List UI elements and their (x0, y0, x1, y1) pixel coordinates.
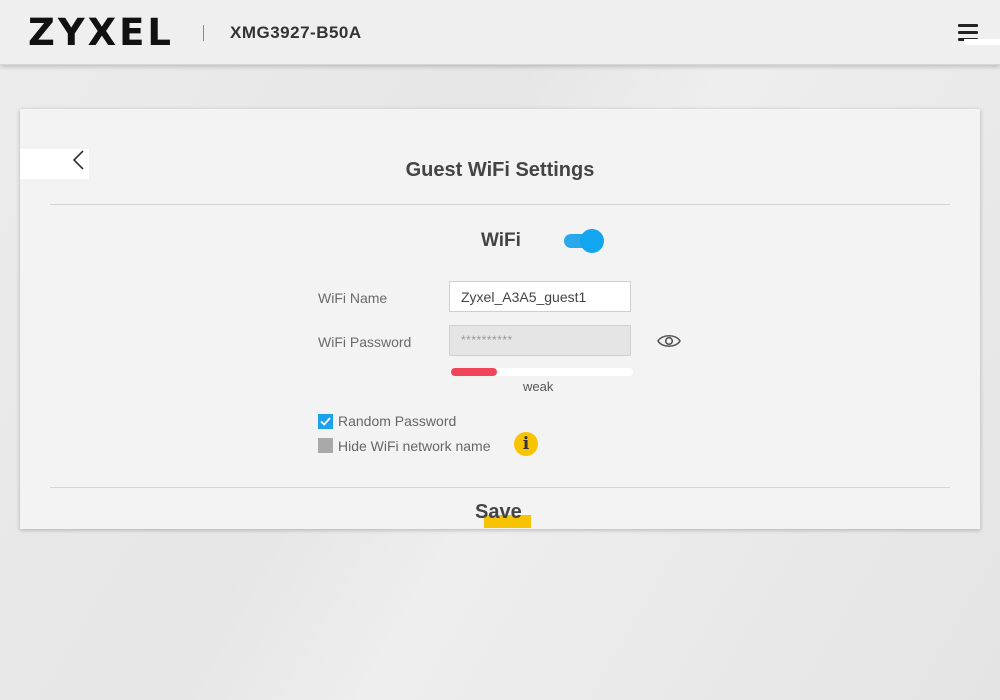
settings-card: Guest WiFi Settings WiFi WiFi Name Zyxel… (20, 109, 980, 529)
brand-logo: ZYXEL (28, 11, 174, 54)
hide-wifi-name-label: Hide WiFi network name (338, 438, 491, 454)
wifi-password-label: WiFi Password (318, 334, 412, 350)
divider-top (50, 204, 950, 205)
info-icon[interactable]: i (514, 432, 538, 456)
menu-underlay (964, 39, 1000, 45)
page-title: Guest WiFi Settings (405, 159, 595, 181)
divider-bottom (50, 487, 950, 488)
device-model: XMG3927-B50A (230, 23, 362, 42)
wifi-toggle-label: WiFi (481, 230, 521, 251)
info-icon-glyph: i (522, 434, 530, 454)
hide-wifi-name-checkbox[interactable] (318, 438, 333, 453)
wifi-toggle[interactable] (564, 229, 606, 253)
save-button[interactable]: Save (475, 501, 522, 524)
wifi-password-input[interactable]: ********** (449, 325, 631, 356)
eye-icon[interactable] (657, 332, 681, 350)
top-bar: ZYXEL XMG3927-B50A (0, 0, 1000, 65)
header-divider (203, 25, 204, 41)
password-strength-text: weak (523, 379, 554, 394)
password-strength-bar (451, 368, 633, 376)
wifi-name-input[interactable]: Zyxel_A3A5_guest1 (449, 281, 631, 312)
password-strength-fill (451, 368, 497, 376)
checkmark-icon (320, 417, 331, 426)
random-password-checkbox[interactable] (318, 414, 333, 429)
menu-line (958, 31, 978, 34)
menu-line (958, 24, 978, 27)
toggle-knob (580, 229, 604, 253)
wifi-name-label: WiFi Name (318, 290, 388, 306)
random-password-label: Random Password (338, 413, 457, 429)
